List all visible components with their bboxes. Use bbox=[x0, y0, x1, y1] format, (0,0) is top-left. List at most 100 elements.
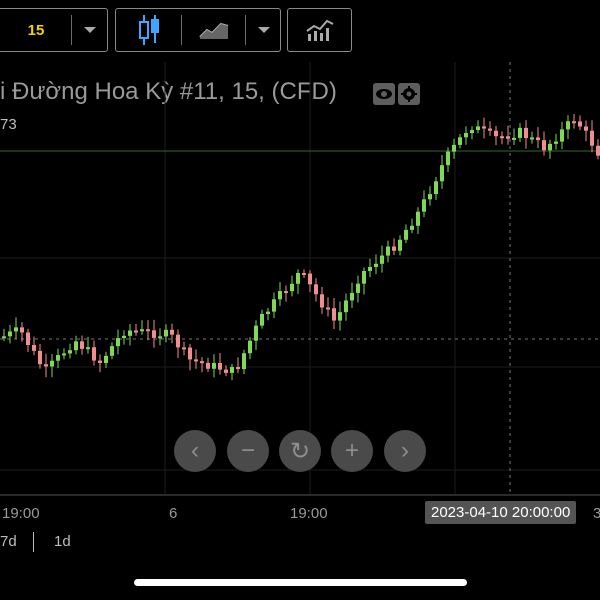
candle-body bbox=[254, 325, 258, 341]
candle-body bbox=[266, 311, 270, 314]
x-tick-label: 3 bbox=[593, 505, 600, 522]
candle-body bbox=[452, 144, 456, 152]
candle-body bbox=[518, 127, 522, 138]
crosshair-time-label: 2023-04-10 20:00:00 bbox=[425, 501, 577, 524]
scroll-left-button[interactable]: ‹ bbox=[174, 430, 216, 472]
candle-body bbox=[332, 308, 336, 321]
candle-body bbox=[464, 133, 468, 138]
candle-body bbox=[488, 128, 492, 131]
x-tick-label: 6 bbox=[169, 505, 178, 522]
candle-body bbox=[176, 334, 180, 348]
candle-body bbox=[596, 145, 600, 156]
candle-body bbox=[446, 151, 450, 166]
candle-body bbox=[32, 345, 36, 351]
candle-body bbox=[542, 140, 546, 151]
candle-body bbox=[362, 270, 366, 284]
candle-body bbox=[38, 350, 42, 365]
candle-body bbox=[296, 272, 300, 284]
candle-body bbox=[128, 330, 132, 336]
candle-body bbox=[506, 136, 510, 139]
x-tick-label: 19:00 bbox=[2, 505, 40, 522]
candle-body bbox=[206, 362, 210, 369]
candle-body bbox=[398, 239, 402, 251]
candle-body bbox=[572, 121, 576, 124]
candle-body bbox=[8, 331, 12, 337]
candle-body bbox=[68, 350, 72, 354]
candle-body bbox=[242, 353, 246, 370]
candle-body bbox=[422, 199, 426, 212]
candle-body bbox=[212, 362, 216, 369]
candle-body bbox=[410, 225, 414, 230]
candle-body bbox=[380, 255, 384, 264]
candle-body bbox=[284, 291, 288, 294]
candle-body bbox=[98, 360, 102, 364]
zoom-in-button[interactable]: + bbox=[331, 430, 373, 472]
candle-body bbox=[560, 129, 564, 142]
x-tick-label: 19:00 bbox=[290, 505, 328, 522]
candle-body bbox=[578, 121, 582, 127]
home-indicator[interactable] bbox=[134, 579, 467, 586]
candle-body bbox=[92, 347, 96, 361]
candle-body bbox=[74, 341, 78, 351]
reset-button[interactable]: ↻ bbox=[279, 430, 321, 472]
candle-body bbox=[590, 130, 594, 146]
candle-body bbox=[146, 329, 150, 332]
candle-body bbox=[218, 362, 222, 370]
candle-body bbox=[278, 291, 282, 300]
candle-body bbox=[476, 126, 480, 131]
candle-body bbox=[20, 327, 24, 333]
candle-body bbox=[80, 341, 84, 349]
candle-body bbox=[434, 181, 438, 195]
candle-body bbox=[338, 312, 342, 321]
candle-body bbox=[548, 143, 552, 151]
candle-body bbox=[26, 332, 30, 346]
candle-body bbox=[314, 284, 318, 295]
candle-body bbox=[272, 299, 276, 312]
candle-body bbox=[194, 359, 198, 362]
range-1d[interactable]: 1d bbox=[54, 533, 71, 550]
candle-body bbox=[566, 121, 570, 130]
candle-body bbox=[236, 367, 240, 370]
candle-body bbox=[182, 347, 186, 350]
candle-body bbox=[110, 346, 114, 356]
zoom-out-button[interactable]: − bbox=[227, 430, 269, 472]
candle-body bbox=[86, 347, 90, 350]
candle-body bbox=[224, 369, 228, 373]
candle-body bbox=[302, 272, 306, 275]
candle-body bbox=[500, 136, 504, 139]
candle-body bbox=[170, 329, 174, 335]
candle-body bbox=[350, 292, 354, 301]
candle-body bbox=[470, 130, 474, 134]
candle-body bbox=[326, 307, 330, 310]
candle-body bbox=[416, 211, 420, 226]
candle-body bbox=[200, 361, 204, 364]
candle-body bbox=[584, 126, 588, 131]
candle-body bbox=[458, 137, 462, 145]
candle-body bbox=[440, 165, 444, 182]
candle-body bbox=[14, 327, 18, 332]
candle-body bbox=[290, 283, 294, 292]
candle-body bbox=[356, 283, 360, 293]
candle-body bbox=[152, 330, 156, 338]
candle-body bbox=[2, 336, 6, 339]
candle-body bbox=[320, 294, 324, 308]
candle-body bbox=[248, 340, 252, 354]
candle-body bbox=[482, 126, 486, 129]
candle-body bbox=[104, 355, 108, 364]
candle-body bbox=[116, 338, 120, 347]
candle-body bbox=[122, 335, 126, 339]
candle-body bbox=[512, 137, 516, 140]
scroll-right-button[interactable]: › bbox=[384, 430, 426, 472]
candle-body bbox=[536, 137, 540, 141]
candle-body bbox=[134, 330, 138, 333]
range-divider bbox=[33, 532, 34, 552]
candle-body bbox=[44, 364, 48, 367]
candle-body bbox=[392, 246, 396, 251]
candle-body bbox=[56, 355, 60, 361]
candle-body bbox=[404, 229, 408, 240]
candle-body bbox=[428, 194, 432, 200]
candle-body bbox=[188, 347, 192, 360]
range-7d[interactable]: 7d bbox=[0, 533, 17, 550]
candle-body bbox=[140, 329, 144, 332]
candle-body bbox=[344, 300, 348, 313]
